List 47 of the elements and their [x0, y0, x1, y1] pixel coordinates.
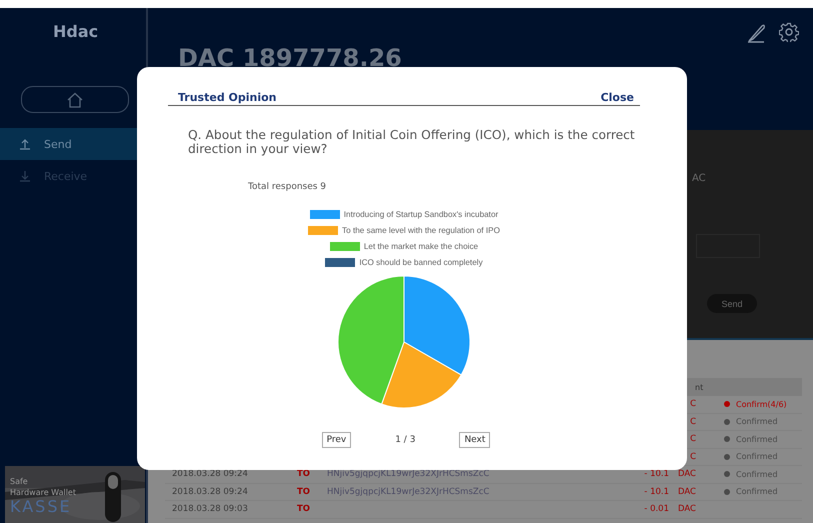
- status-text: Confirm(4/6): [736, 400, 787, 409]
- legend-label: Let the market make the choice: [364, 242, 478, 251]
- table-cell: HNjiv5gjqpcjKL19wrJe32XJrHCSmsZcC: [327, 469, 490, 480]
- table-cell: - 10.1: [644, 486, 669, 497]
- ad-text: Hardware Wallet: [10, 487, 77, 498]
- total-responses: Total responses 9: [248, 182, 328, 192]
- quill-icon[interactable]: [745, 22, 767, 44]
- table-cell-text: C: [689, 452, 696, 462]
- status-text: Confirmed: [736, 417, 778, 426]
- next-button[interactable]: Next: [459, 432, 490, 448]
- table-cell: 2018.03.28 09:24: [172, 469, 248, 480]
- table-cell-text: DAC: [677, 486, 696, 497]
- question-text: Q. About the regulation of Initial Coin Offering (ICO), which is the correct direction in your view?: [188, 128, 635, 156]
- status-text: Confirmed: [736, 452, 778, 462]
- table-cell: - 10.1: [644, 469, 669, 480]
- unit-label: AC: [691, 173, 706, 184]
- upload-icon: [19, 138, 31, 150]
- table-cell-text: C: [689, 416, 696, 427]
- table-cell: TO: [297, 504, 310, 514]
- table-cell: HNjiv5gjqpcjKL19wrJe32XJrHCSmsZcC: [327, 486, 490, 497]
- table-cell: 2018.03.28 09:03: [172, 504, 248, 514]
- status-text: Confirmed: [736, 487, 778, 496]
- logo-text: Hdac: [52, 21, 100, 43]
- table-cell-text: C: [689, 434, 696, 444]
- ad-text: Safe: [10, 476, 29, 487]
- home-icon: [66, 92, 84, 108]
- column-header: nt: [694, 382, 704, 392]
- legend-label: Introducing of Startup Sandbox's incubator: [344, 210, 498, 219]
- status-text: Confirmed: [736, 470, 778, 479]
- table-cell: 2018.03.28 09:24: [172, 486, 248, 497]
- legend-label: ICO should be banned completely: [359, 258, 483, 267]
- legend-label: To the same level with the regulation of IPO: [342, 226, 500, 235]
- status-text: Confirmed: [736, 434, 778, 444]
- settings-icon[interactable]: [779, 22, 799, 42]
- table-cell-text: C: [689, 399, 696, 410]
- table-cell-text: DAC: [677, 504, 696, 514]
- dialog-title: Trusted Opinion: [178, 91, 277, 104]
- table-cell-text: DAC: [677, 469, 696, 480]
- download-icon: [19, 170, 31, 182]
- table-cell: TO: [297, 469, 310, 480]
- prev-button[interactable]: Prev: [322, 432, 352, 448]
- table-cell: - 0.01: [644, 504, 669, 514]
- brand-text: KASSE: [10, 498, 73, 516]
- table-cell: TO: [297, 486, 310, 497]
- page-indicator: 1 / 3: [395, 435, 416, 445]
- balance-amount: DAC 1897778.26: [177, 44, 403, 72]
- close-link[interactable]: Close: [600, 91, 634, 104]
